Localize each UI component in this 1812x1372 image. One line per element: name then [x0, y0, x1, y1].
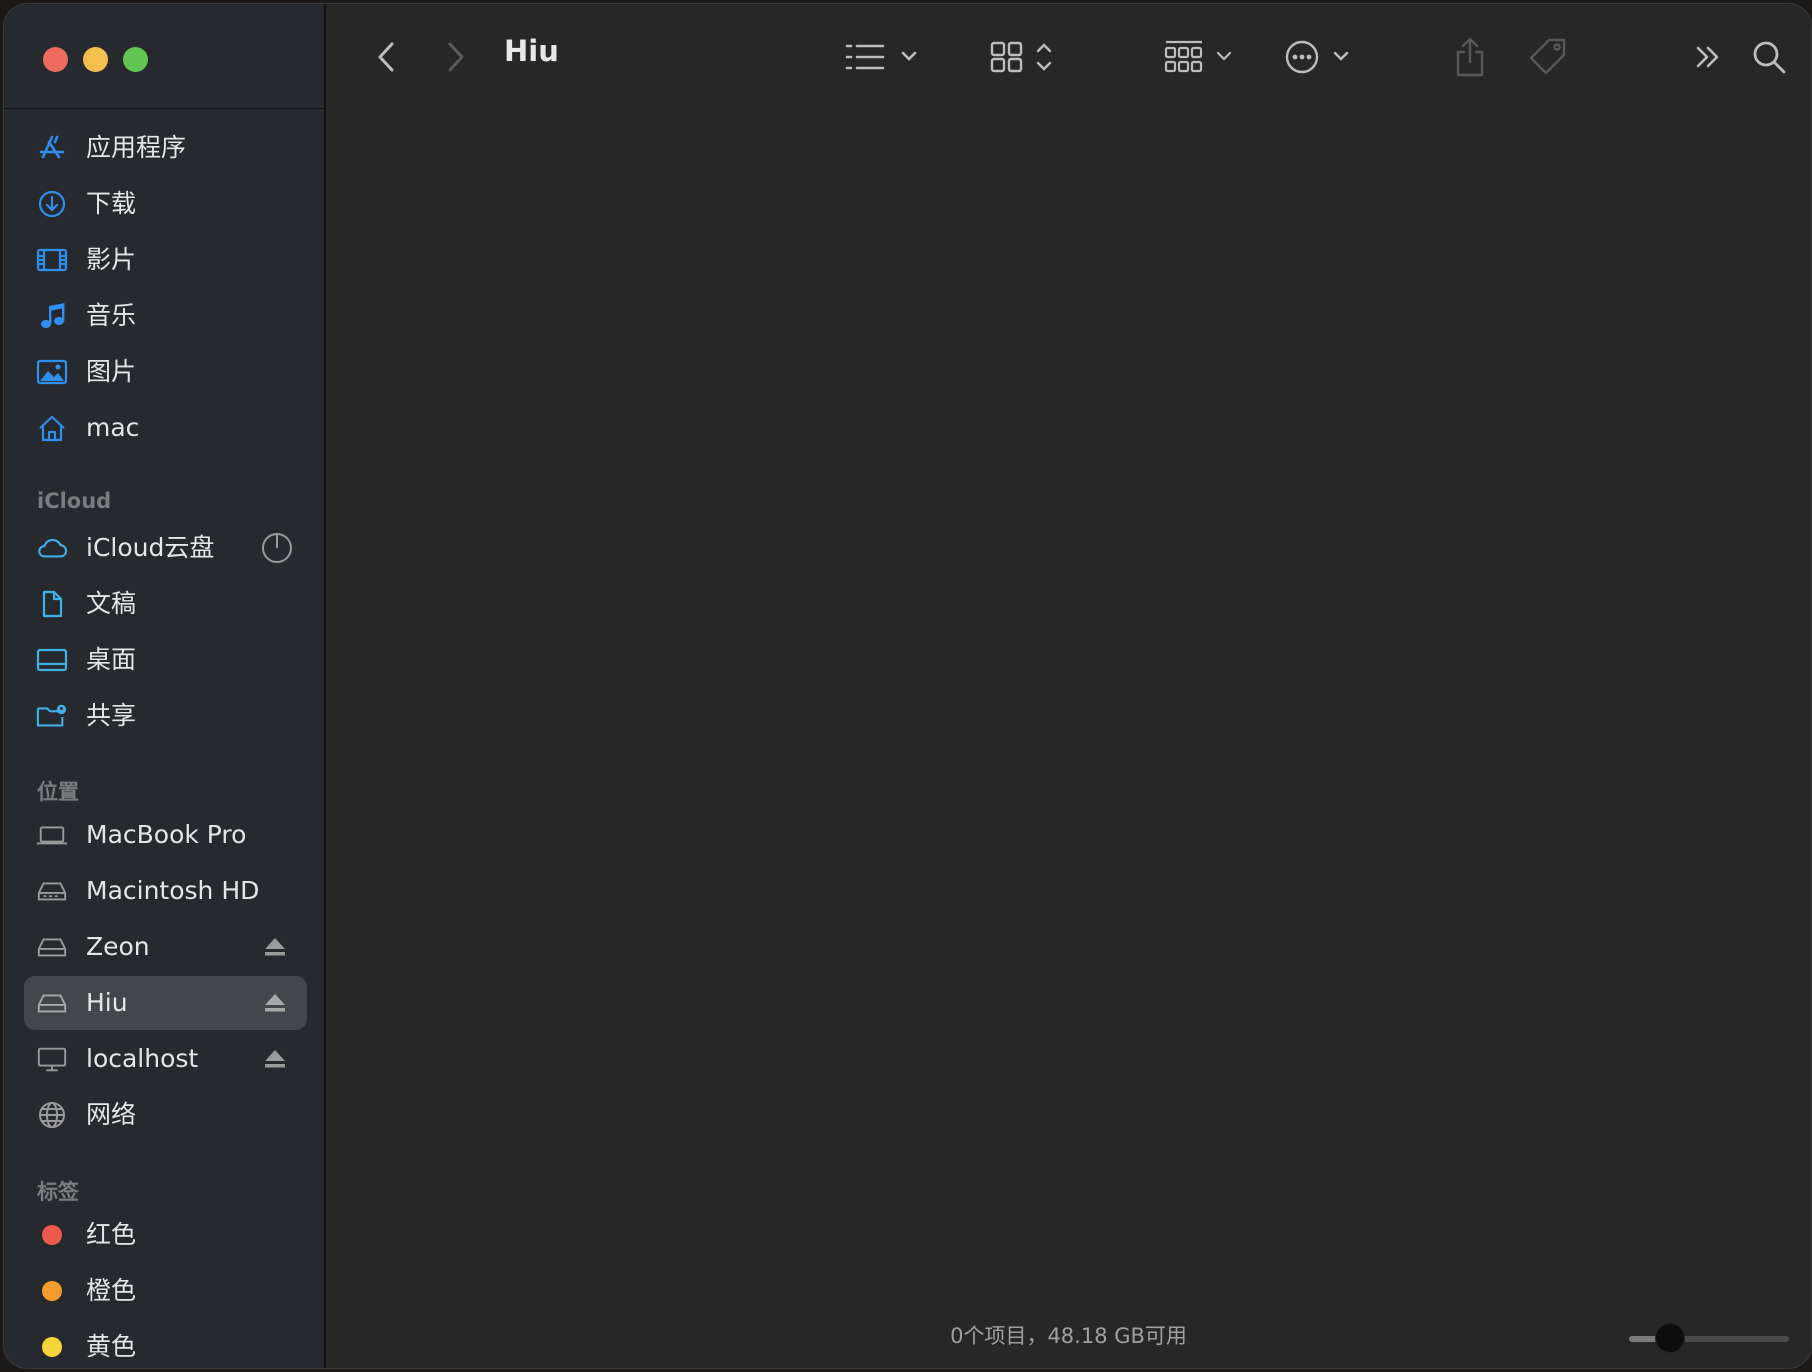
sidebar-item-label: 音乐: [86, 301, 137, 330]
sidebar-item-label: 黄色: [86, 1332, 137, 1361]
sidebar-item-label: 红色: [86, 1220, 137, 1249]
view-mode-button[interactable]: [988, 32, 1058, 82]
content-area: Hiu 0个项目，48.18 GB可用: [326, 4, 1811, 1368]
orange-tag-dot-icon: [36, 1276, 68, 1306]
external-drive-icon: [36, 988, 68, 1018]
sidebar-item-macbook-pro[interactable]: MacBook Pro: [24, 808, 307, 862]
sidebar-titlebar: [4, 4, 324, 109]
section-title-icloud: iCloud: [37, 489, 112, 513]
sidebar-item-documents[interactable]: 文稿: [24, 577, 307, 631]
sidebar-item-hiu[interactable]: Hiu: [24, 976, 307, 1030]
shared-folder-icon: [36, 701, 68, 731]
group-by-button[interactable]: [1162, 32, 1238, 82]
section-title-tags: 标签: [37, 1180, 79, 1204]
sort-options-button[interactable]: [843, 32, 923, 82]
more-actions-button[interactable]: [1282, 32, 1358, 82]
sidebar-item-label: Zeon: [86, 932, 150, 961]
sidebar-item-label: 桌面: [86, 645, 137, 674]
sidebar-item-home[interactable]: mac: [24, 401, 307, 455]
forward-button[interactable]: [440, 32, 472, 82]
sidebar-item-label: 下载: [86, 189, 137, 218]
display-icon: [36, 1044, 68, 1074]
toolbar-overflow-button[interactable]: [1688, 32, 1728, 82]
share-button[interactable]: [1450, 32, 1490, 82]
home-icon: [36, 413, 68, 443]
sidebar-item-label: Macintosh HD: [86, 876, 260, 905]
eject-icon[interactable]: [263, 936, 287, 958]
sidebar-item-downloads[interactable]: 下载: [24, 177, 307, 231]
sidebar-item-macintosh-hd[interactable]: Macintosh HD: [24, 864, 307, 918]
sidebar-item-localhost[interactable]: localhost: [24, 1032, 307, 1086]
sidebar: 应用程序 下载 影片 音乐 图片 mac iCloud iCloud云盘 文稿 …: [4, 4, 326, 1368]
sidebar-tag-orange[interactable]: 橙色: [24, 1264, 307, 1318]
status-bar-text: 0个项目，48.18 GB可用: [950, 1324, 1187, 1348]
external-drive-icon: [36, 932, 68, 962]
icon-size-slider-thumb[interactable]: [1655, 1323, 1685, 1353]
sidebar-item-label: Hiu: [86, 988, 128, 1017]
eject-icon[interactable]: [263, 992, 287, 1014]
icon-size-slider[interactable]: [1629, 1323, 1789, 1353]
sidebar-item-pictures[interactable]: 图片: [24, 345, 307, 399]
yellow-tag-dot-icon: [36, 1332, 68, 1362]
section-title-locations: 位置: [37, 780, 79, 804]
sidebar-tag-yellow[interactable]: 黄色: [24, 1320, 307, 1368]
sidebar-item-icloud-drive[interactable]: iCloud云盘: [24, 521, 307, 575]
window-title: Hiu: [504, 34, 559, 68]
sidebar-item-desktop[interactable]: 桌面: [24, 633, 307, 687]
sidebar-tag-red[interactable]: 红色: [24, 1208, 307, 1262]
eject-icon[interactable]: [263, 1048, 287, 1070]
music-icon: [36, 301, 68, 331]
sidebar-item-label: 橙色: [86, 1276, 137, 1305]
sidebar-item-label: 影片: [86, 245, 137, 274]
sidebar-item-network[interactable]: 网络: [24, 1088, 307, 1142]
pictures-icon: [36, 357, 68, 387]
back-button[interactable]: [370, 32, 402, 82]
sidebar-item-label: 图片: [86, 357, 137, 386]
tag-button[interactable]: [1526, 32, 1570, 82]
sidebar-item-music[interactable]: 音乐: [24, 289, 307, 343]
sidebar-item-movies[interactable]: 影片: [24, 233, 307, 287]
movies-icon: [36, 245, 68, 275]
close-window-button[interactable]: [43, 47, 68, 72]
red-tag-dot-icon: [36, 1220, 68, 1250]
cloud-icon: [36, 533, 68, 563]
finder-window: 应用程序 下载 影片 音乐 图片 mac iCloud iCloud云盘 文稿 …: [3, 3, 1812, 1369]
sidebar-item-label: mac: [86, 413, 140, 442]
sidebar-item-label: MacBook Pro: [86, 820, 247, 849]
applications-icon: [36, 133, 68, 163]
sidebar-item-label: 网络: [86, 1100, 137, 1129]
sidebar-item-label: 共享: [86, 701, 137, 730]
laptop-icon: [36, 820, 68, 850]
zoom-window-button[interactable]: [123, 47, 148, 72]
internal-drive-icon: [36, 876, 68, 906]
sidebar-item-label: iCloud云盘: [86, 533, 215, 562]
search-icon[interactable]: [1749, 32, 1789, 82]
downloads-icon: [36, 189, 68, 219]
sidebar-item-label: 应用程序: [86, 133, 187, 162]
sync-progress-icon: [261, 532, 293, 564]
sidebar-item-label: localhost: [86, 1044, 199, 1073]
network-icon: [36, 1100, 68, 1130]
document-icon: [36, 589, 68, 619]
sidebar-item-zeon[interactable]: Zeon: [24, 920, 307, 974]
toolbar: Hiu: [326, 4, 1811, 109]
sidebar-item-shared[interactable]: 共享: [24, 689, 307, 743]
sidebar-item-applications[interactable]: 应用程序: [24, 121, 307, 175]
desktop-icon: [36, 645, 68, 675]
sidebar-item-label: 文稿: [86, 589, 137, 618]
minimize-window-button[interactable]: [83, 47, 108, 72]
